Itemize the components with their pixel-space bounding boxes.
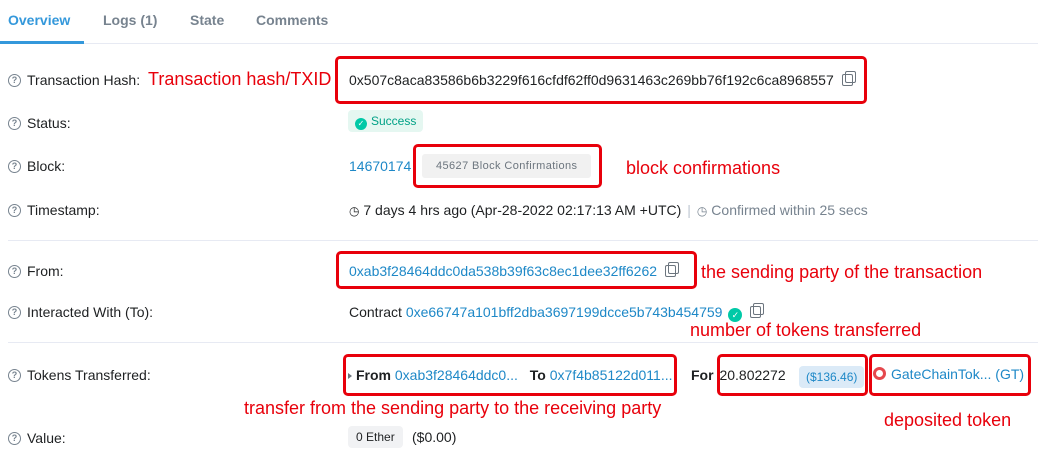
tab-logs[interactable]: Logs (1) (103, 12, 157, 28)
from-label: From: (27, 263, 64, 279)
contract-prefix: Contract (349, 304, 402, 320)
help-icon[interactable]: ? (8, 159, 21, 173)
annotation-transfer: transfer from the sending party to the r… (244, 398, 662, 418)
annotation-box-from (336, 251, 697, 289)
tokens-label-row: ? Tokens Transferred: (8, 367, 151, 383)
annotation-box-tx-hash (335, 56, 867, 104)
divider (8, 240, 1038, 241)
ether-usd-value: ($0.00) (412, 429, 457, 445)
for-label: For (691, 367, 714, 383)
annotation-deposited-token: deposited token (884, 410, 1012, 430)
contract-address-link[interactable]: 0xe66747a101bff2dba3697199dcce5b743b4547… (406, 304, 723, 320)
tx-hash-label: Transaction Hash: (27, 72, 141, 88)
interacted-label: Interacted With (To): (27, 304, 154, 320)
annotation-box-transfer (343, 354, 677, 396)
help-icon[interactable]: ? (8, 368, 21, 382)
tab-comments[interactable]: Comments (256, 12, 328, 28)
annotation-box-token (869, 354, 1031, 396)
divider (8, 342, 1038, 343)
tab-state[interactable]: State (190, 12, 224, 28)
timestamp-value: 7 days 4 hrs ago (Apr-28-2022 02:17:13 A… (363, 202, 682, 218)
annotation-sending-party: the sending party of the transaction (701, 262, 983, 282)
help-icon[interactable]: ? (8, 203, 21, 217)
annotation-tokens-number: number of tokens transferred (690, 320, 922, 340)
confirmed-within: Confirmed within 25 secs (711, 202, 868, 218)
annotation-tx-hash: Transaction hash/TXID (148, 69, 332, 89)
block-number-link[interactable]: 14670174 (349, 158, 411, 174)
help-icon[interactable]: ? (8, 431, 21, 445)
timestamp-label: Timestamp: (27, 202, 100, 218)
status-label: Status: (27, 115, 71, 131)
annotation-box-amount (717, 354, 868, 396)
timestamp-label-row: ? Timestamp: (8, 202, 100, 218)
clock-icon: ◷ (349, 204, 360, 218)
tokens-label: Tokens Transferred: (27, 367, 151, 383)
timestamp-value-wrap: ◷ 7 days 4 hrs ago (Apr-28-2022 02:17:13… (349, 202, 868, 218)
divider: | (687, 202, 691, 218)
from-label-row: ? From: (8, 263, 64, 279)
value-label-row: ? Value: (8, 430, 66, 446)
annotation-confirmations: block confirmations (626, 158, 781, 178)
check-circle-icon: ✓ (355, 118, 367, 130)
help-icon[interactable]: ? (8, 116, 21, 130)
tab-bar: Overview Logs (1) State Comments (0, 0, 1038, 44)
tab-overview[interactable]: Overview (8, 12, 70, 28)
active-tab-indicator (0, 41, 84, 44)
help-icon[interactable]: ? (8, 73, 21, 87)
block-label-row: ? Block: (8, 158, 65, 174)
tx-hash-label-row: ? Transaction Hash: (8, 72, 140, 88)
status-value: Success (371, 114, 417, 128)
help-icon[interactable]: ? (8, 264, 21, 278)
timer-icon: ◷ (696, 204, 708, 218)
value-label: Value: (27, 430, 66, 446)
help-icon[interactable]: ? (8, 305, 21, 319)
ether-value-badge: 0 Ether (348, 426, 403, 448)
copy-icon[interactable] (750, 303, 765, 318)
status-badge: ✓ Success (348, 110, 424, 132)
block-label: Block: (27, 158, 66, 174)
annotation-box-confirmations (413, 144, 602, 188)
interacted-label-row: ? Interacted With (To): (8, 304, 153, 320)
status-label-row: ? Status: (8, 115, 71, 131)
